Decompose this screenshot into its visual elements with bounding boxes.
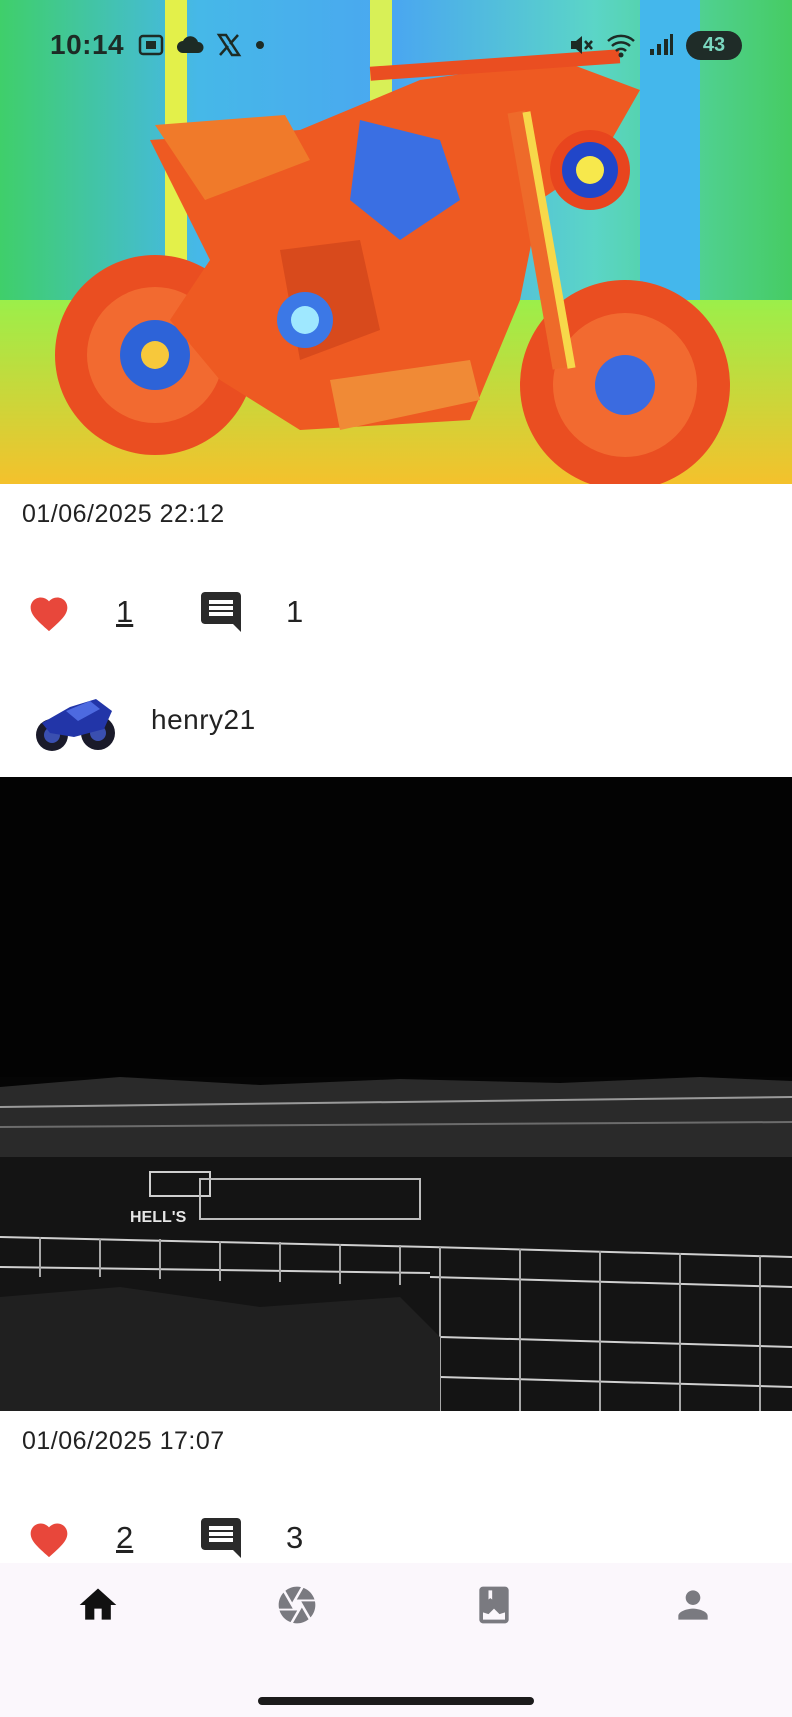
home-indicator[interactable] bbox=[258, 1697, 534, 1705]
mute-icon bbox=[571, 36, 593, 54]
like-count[interactable]: 2 bbox=[116, 1520, 133, 1556]
author-row[interactable]: henry21 bbox=[0, 682, 792, 762]
heart-icon[interactable] bbox=[26, 1518, 72, 1562]
status-time: 10:14 bbox=[50, 29, 125, 60]
home-icon[interactable] bbox=[76, 1583, 120, 1627]
battery-indicator: 43 bbox=[686, 30, 742, 60]
nav-camera[interactable] bbox=[269, 1579, 325, 1631]
photo-bookmark-icon[interactable] bbox=[472, 1583, 516, 1627]
comment-icon[interactable] bbox=[197, 588, 245, 636]
nav-profile[interactable] bbox=[665, 1579, 721, 1631]
status-right: 43 bbox=[568, 30, 742, 60]
feed[interactable]: 01/06/2025 22:12 1 1 henry21 HELL'S 01/0… bbox=[0, 0, 792, 1563]
signal-icon bbox=[650, 34, 673, 55]
nav-saved[interactable] bbox=[466, 1579, 522, 1631]
post-actions: 2 3 bbox=[0, 1510, 792, 1563]
cloud-icon bbox=[177, 36, 204, 53]
nav-home[interactable] bbox=[70, 1579, 126, 1631]
like-count[interactable]: 1 bbox=[116, 594, 133, 630]
screenshot-icon bbox=[138, 34, 164, 56]
post-date: 01/06/2025 17:07 bbox=[22, 1427, 225, 1455]
avatar[interactable] bbox=[30, 687, 118, 757]
wifi-icon bbox=[607, 34, 635, 58]
heart-icon[interactable] bbox=[26, 592, 72, 636]
camera-aperture-icon[interactable] bbox=[275, 1583, 319, 1627]
comment-count: 1 bbox=[286, 594, 304, 629]
post-date: 01/06/2025 22:12 bbox=[22, 500, 225, 528]
dot-icon bbox=[256, 41, 265, 49]
comment-icon[interactable] bbox=[197, 1514, 245, 1562]
author-name[interactable]: henry21 bbox=[151, 704, 256, 736]
person-icon[interactable] bbox=[671, 1583, 715, 1627]
status-left: 10:14 bbox=[50, 29, 266, 61]
post-actions: 1 1 bbox=[0, 584, 792, 644]
notification-icons bbox=[138, 32, 266, 58]
status-bar: 10:14 43 bbox=[0, 0, 792, 90]
bottom-navigation bbox=[0, 1563, 792, 1717]
x-logo-icon bbox=[216, 33, 242, 57]
post-image[interactable]: HELL'S bbox=[0, 777, 792, 1411]
comment-count: 3 bbox=[286, 1520, 304, 1555]
svg-text:HELL'S: HELL'S bbox=[130, 1209, 187, 1226]
